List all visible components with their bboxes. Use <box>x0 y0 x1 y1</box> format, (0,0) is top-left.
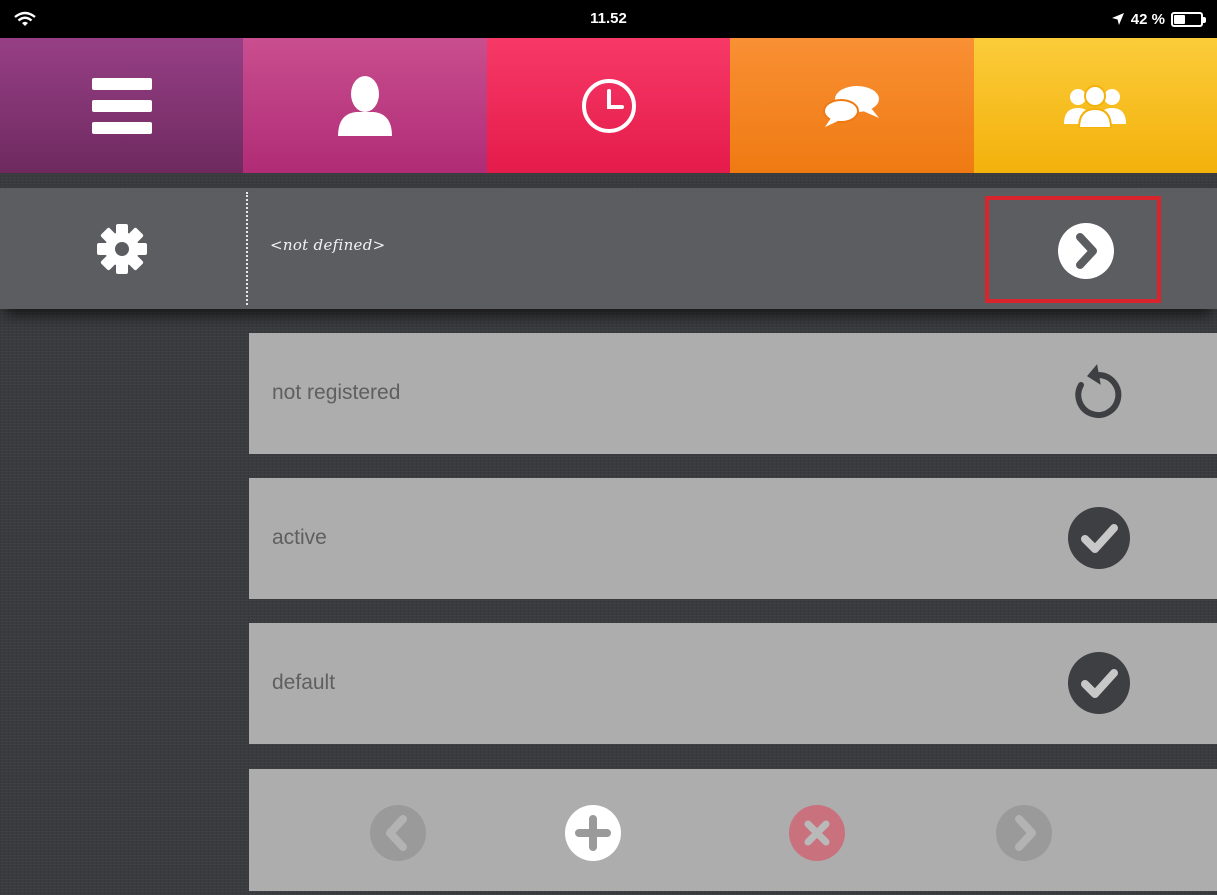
list-item-label: default <box>272 671 336 694</box>
location-arrow-icon <box>1111 13 1124 25</box>
tab-chat[interactable] <box>730 38 974 173</box>
menu-icon <box>91 77 152 134</box>
list-item-label: not registered <box>272 381 401 404</box>
list-item-label: active <box>272 526 327 549</box>
list-item-default[interactable]: default <box>249 623 1217 744</box>
chevron-right-icon[interactable] <box>995 804 1053 862</box>
close-circle-icon[interactable] <box>788 804 846 862</box>
header-label: <not defined> <box>270 236 386 254</box>
top-tab-bar <box>0 38 1217 173</box>
plus-circle-icon[interactable] <box>564 804 622 862</box>
battery-fill <box>1174 14 1185 24</box>
check-circle-icon[interactable] <box>1067 651 1131 715</box>
refresh-icon[interactable] <box>1067 361 1131 425</box>
list-item-not-registered[interactable]: not registered <box>249 333 1217 454</box>
tab-groups[interactable] <box>973 38 1217 173</box>
tab-profile[interactable] <box>243 38 487 173</box>
status-time: 11.52 <box>590 10 627 27</box>
tab-menu[interactable] <box>0 38 244 173</box>
chevron-left-icon[interactable] <box>369 804 427 862</box>
group-icon <box>1064 84 1127 128</box>
list-item-active[interactable]: active <box>249 478 1217 599</box>
gear-icon <box>97 223 147 274</box>
settings-button[interactable] <box>0 188 244 309</box>
battery-icon <box>1171 11 1206 27</box>
clock-icon <box>581 78 636 133</box>
status-bar: 11.52 42 % <box>0 0 1217 38</box>
dotted-divider <box>246 192 248 305</box>
tab-history[interactable] <box>486 38 731 173</box>
chevron-right-icon[interactable] <box>1057 222 1115 280</box>
chat-bubbles-icon <box>822 85 879 127</box>
check-circle-icon[interactable] <box>1067 506 1131 570</box>
battery-percent: 42 % <box>1130 10 1165 28</box>
user-icon <box>338 75 393 136</box>
bottom-toolbar <box>249 769 1217 891</box>
status-right: 42 % <box>1111 9 1206 29</box>
